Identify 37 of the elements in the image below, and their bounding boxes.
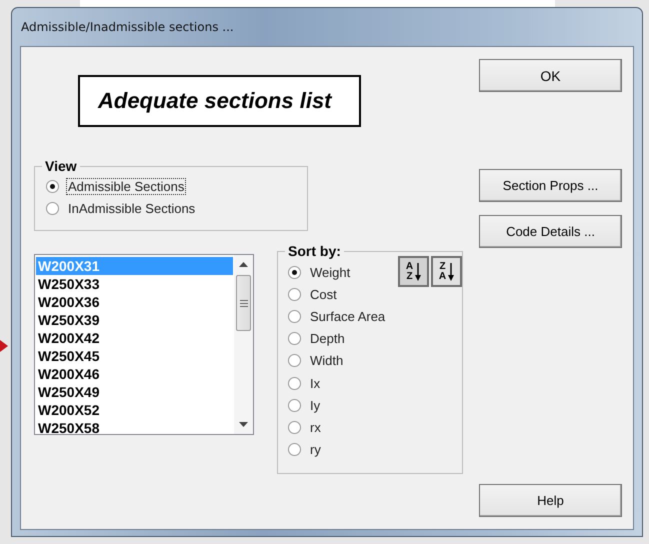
sort-order-button[interactable]: Z A: [431, 256, 462, 287]
help-button[interactable]: Help: [479, 484, 622, 517]
radio-option[interactable]: Iy: [288, 394, 322, 416]
radio-option[interactable]: Width: [288, 350, 346, 372]
list-item[interactable]: W250X45: [36, 347, 233, 365]
list-item[interactable]: W250X49: [36, 383, 233, 401]
radio-option[interactable]: Surface Area: [288, 305, 388, 328]
arrow-icon: [0, 340, 8, 352]
ok-button[interactable]: OK: [479, 59, 622, 92]
radio-option[interactable]: InAdmissible Sections: [46, 197, 307, 219]
list-item[interactable]: W250X39: [36, 311, 233, 329]
group-label: Sort by:: [285, 243, 344, 259]
dialog-button[interactable]: Section Props ...: [479, 169, 622, 202]
dialog-button[interactable]: Code Details ...: [479, 215, 622, 248]
list-item[interactable]: W250X58: [36, 419, 233, 437]
radio-option[interactable]: Weight: [288, 261, 352, 284]
group-label: View: [42, 158, 80, 174]
sort-order-button[interactable]: A Z: [398, 256, 429, 287]
list-item[interactable]: W200X52: [36, 401, 233, 419]
annotation-label: Adequate sections list: [78, 75, 361, 127]
scroll-down-icon[interactable]: [239, 422, 248, 427]
list-item[interactable]: W200X36: [36, 293, 233, 311]
list-item[interactable]: W250X33: [36, 275, 233, 293]
radio-option[interactable]: rx: [288, 416, 323, 438]
down-arrow-icon: [415, 262, 422, 280]
down-arrow-icon: [448, 262, 454, 280]
radio-option[interactable]: ry: [288, 438, 323, 461]
list-item[interactable]: W200X46: [36, 365, 233, 383]
radio-option[interactable]: Depth: [288, 328, 347, 350]
scrollbar[interactable]: [234, 255, 253, 434]
radio-option[interactable]: Ix: [288, 372, 322, 394]
list-item[interactable]: W200X42: [36, 329, 233, 347]
radio-option[interactable]: Cost: [288, 283, 339, 306]
window-title: Admissible/Inadmissible sections ...: [20, 20, 234, 34]
scroll-up-icon[interactable]: [239, 262, 248, 267]
radio-option[interactable]: Admissible Sections: [46, 175, 307, 197]
grip-icon: [240, 300, 248, 306]
